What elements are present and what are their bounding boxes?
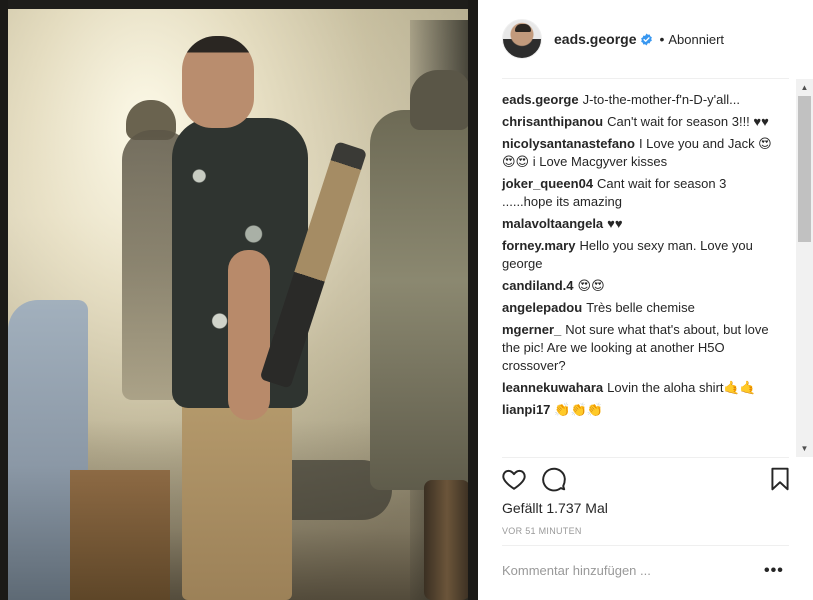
verified-badge-icon bbox=[641, 33, 653, 45]
post-header: eads.george • Abonniert bbox=[478, 0, 813, 78]
post-timestamp[interactable]: VOR 51 MINUTEN bbox=[502, 526, 582, 536]
bench bbox=[70, 470, 170, 600]
header-username[interactable]: eads.george bbox=[554, 31, 636, 47]
add-comment-input[interactable]: Kommentar hinzufügen ... bbox=[502, 563, 651, 578]
comment-username[interactable]: candiland.4 bbox=[502, 278, 574, 293]
comment-username[interactable]: mgerner_ bbox=[502, 322, 561, 337]
comment-text: 😍😍 bbox=[577, 278, 605, 293]
scroll-up-arrow-icon[interactable]: ▲ bbox=[796, 79, 813, 96]
comment-username[interactable]: joker_queen04 bbox=[502, 176, 593, 191]
comment-username[interactable]: lianpi17 bbox=[502, 402, 550, 417]
comment-text: 👏👏👏 bbox=[554, 402, 603, 417]
comment-username[interactable]: eads.george bbox=[502, 92, 579, 107]
comment-text: Très belle chemise bbox=[586, 300, 695, 315]
comment-text: ♥♥ bbox=[607, 216, 623, 231]
scrollbar-thumb[interactable] bbox=[798, 96, 811, 242]
comment-text: J-to-the-mother-f'n-D-y'all... bbox=[582, 92, 740, 107]
comment-username[interactable]: angelepadou bbox=[502, 300, 582, 315]
comment-item: angelepadou Très belle chemise bbox=[502, 299, 772, 317]
comment-item: leannekuwahara Lovin the aloha shirt🤙🤙 bbox=[502, 379, 772, 397]
comment-username[interactable]: chrisanthipanou bbox=[502, 114, 603, 129]
comment-text: Lovin the aloha shirt🤙🤙 bbox=[607, 380, 756, 395]
separator-dot: • bbox=[659, 31, 665, 47]
comment-item: forney.mary Hello you sexy man. Love you … bbox=[502, 237, 772, 273]
man-figure-head bbox=[182, 36, 254, 128]
action-bar bbox=[478, 458, 813, 502]
comment-username[interactable]: nicolysantanastefano bbox=[502, 136, 635, 151]
comment-username[interactable]: forney.mary bbox=[502, 238, 575, 253]
comment-username[interactable]: malavoltaangela bbox=[502, 216, 603, 231]
man-figure-legs bbox=[182, 395, 292, 600]
soldier-right-figure-head bbox=[410, 70, 470, 130]
post-side-panel: eads.george • Abonniert eads.george J-to-… bbox=[478, 0, 813, 600]
comments-scrollbar[interactable]: ▲ ▼ bbox=[796, 79, 813, 457]
bookmark-icon[interactable] bbox=[767, 466, 793, 492]
heart-icon[interactable] bbox=[501, 466, 527, 492]
comment-item: chrisanthipanou Can't wait for season 3!!… bbox=[502, 113, 772, 131]
divider bbox=[502, 545, 789, 546]
comment-username[interactable]: leannekuwahara bbox=[502, 380, 603, 395]
comment-item: candiland.4 😍😍 bbox=[502, 277, 772, 295]
barrel bbox=[424, 480, 470, 600]
comment-bubble-icon[interactable] bbox=[541, 466, 567, 492]
comment-item: mgerner_ Not sure what that's about, but … bbox=[502, 321, 772, 375]
more-options-icon[interactable]: ••• bbox=[764, 562, 784, 580]
photo-image bbox=[0, 0, 478, 600]
comment-item: eads.george J-to-the-mother-f'n-D-y'all..… bbox=[502, 91, 772, 109]
likes-count[interactable]: Gefällt 1.737 Mal bbox=[502, 500, 608, 516]
comment-item: lianpi17 👏👏👏 bbox=[502, 401, 772, 419]
follow-status-button[interactable]: Abonniert bbox=[668, 32, 724, 47]
scroll-down-arrow-icon[interactable]: ▼ bbox=[796, 440, 813, 457]
soldier-right-figure bbox=[370, 110, 470, 490]
post-photo[interactable] bbox=[0, 0, 478, 600]
comment-item: joker_queen04 Cant wait for season 3 ....… bbox=[502, 175, 772, 211]
comments-list[interactable]: eads.george J-to-the-mother-f'n-D-y'all..… bbox=[478, 79, 813, 457]
man-figure-arm bbox=[228, 250, 270, 420]
comment-text: Can't wait for season 3!!! ♥♥ bbox=[607, 114, 769, 129]
comment-item: nicolysantanastefano I Love you and Jack … bbox=[502, 135, 772, 171]
comment-item: malavoltaangela ♥♥ bbox=[502, 215, 772, 233]
avatar[interactable] bbox=[502, 19, 542, 59]
